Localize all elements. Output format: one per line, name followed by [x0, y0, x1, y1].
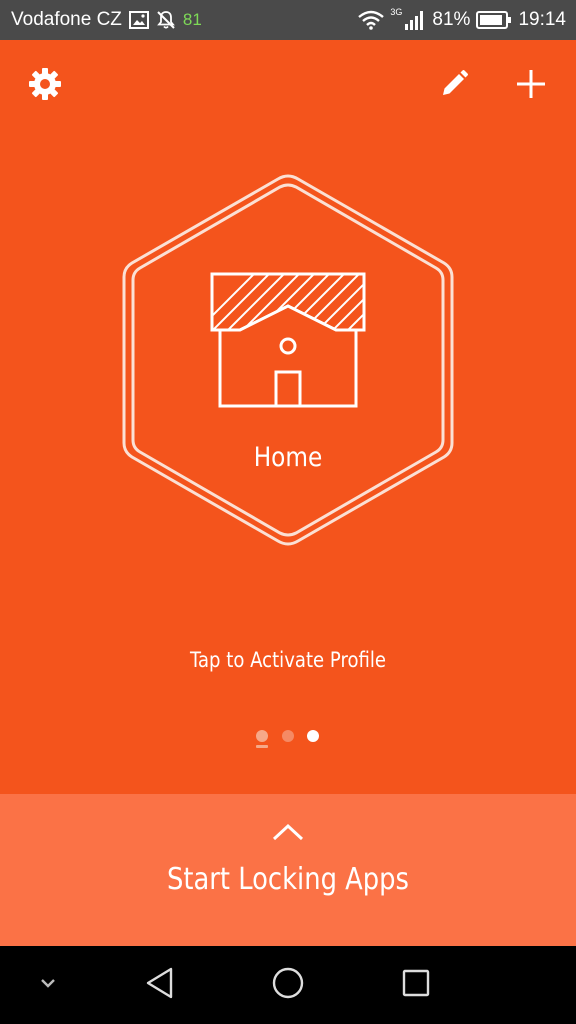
status-right: 3G 81% 19:14	[358, 0, 566, 40]
wifi-icon	[358, 10, 385, 30]
back-button[interactable]	[138, 964, 182, 1006]
home-button[interactable]	[266, 964, 310, 1006]
carrier-name: Vodafone CZ	[11, 9, 122, 30]
recents-icon	[401, 968, 431, 1003]
navigation-bar	[0, 946, 576, 1024]
notifications-off-icon	[156, 10, 176, 30]
hide-navbar-button[interactable]	[30, 964, 66, 1006]
tap-hint-text: Tap to Activate Profile	[189, 648, 387, 672]
recents-button[interactable]	[394, 964, 438, 1006]
battery-icon	[476, 11, 512, 29]
notification-count: 81	[182, 10, 202, 29]
start-locking-label: Start Locking Apps	[166, 862, 410, 897]
chevron-down-icon	[39, 976, 57, 994]
profile-card[interactable]	[118, 172, 458, 548]
pencil-icon	[439, 69, 469, 104]
clock: 19:14	[518, 9, 566, 30]
signal-icon	[404, 10, 426, 30]
network-type: 3G	[390, 7, 403, 17]
settings-button[interactable]	[23, 64, 67, 108]
app-screen: Vodafone CZ 81 3G 81% 19:14 Home Tap to …	[0, 0, 576, 1024]
profile-name: Home	[253, 442, 323, 473]
back-icon	[144, 966, 176, 1005]
edit-button[interactable]	[432, 64, 476, 108]
page-dot-1-underline	[256, 745, 268, 748]
chevron-up-icon	[271, 822, 305, 847]
page-dot-3-active[interactable]	[307, 730, 319, 742]
page-indicator	[250, 726, 330, 750]
gear-icon	[27, 66, 63, 107]
status-left: Vodafone CZ 81	[11, 0, 202, 40]
start-locking-panel[interactable]: Start Locking Apps	[0, 794, 576, 946]
battery-percent: 81%	[432, 9, 471, 30]
add-profile-button[interactable]	[509, 64, 553, 108]
status-bar: Vodafone CZ 81 3G 81% 19:14	[0, 0, 576, 40]
page-dot-1[interactable]	[256, 730, 268, 742]
home-icon	[271, 966, 305, 1005]
page-dot-2[interactable]	[282, 730, 294, 742]
house-icon	[208, 270, 368, 415]
gallery-icon	[128, 11, 149, 29]
plus-icon	[516, 69, 546, 104]
